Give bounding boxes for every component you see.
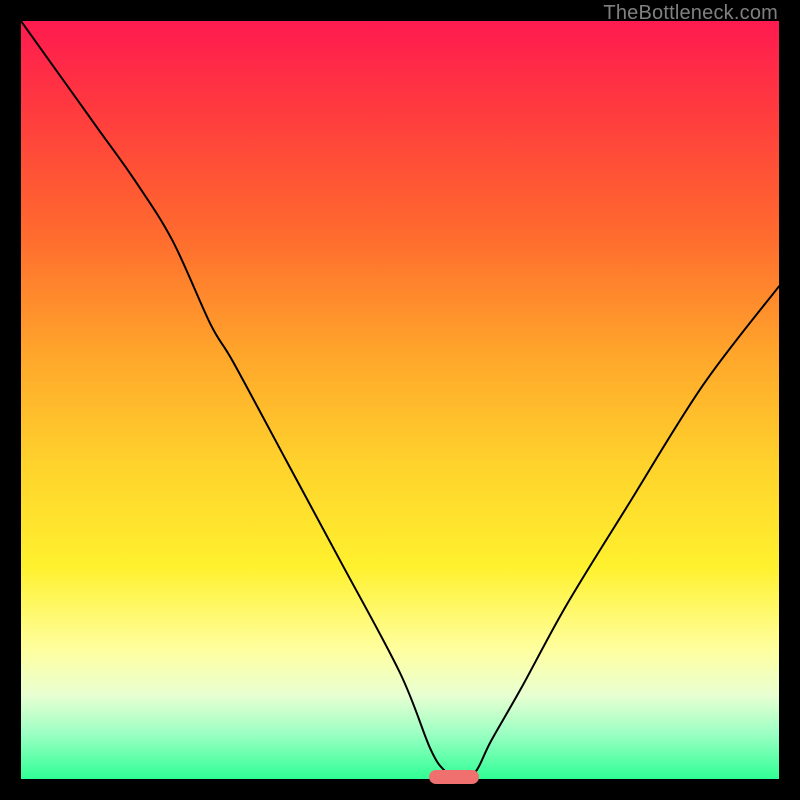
- watermark-label: TheBottleneck.com: [603, 2, 778, 25]
- bottleneck-curve: [21, 21, 779, 779]
- chart-frame: TheBottleneck.com: [0, 0, 800, 800]
- plot-area: [20, 20, 780, 780]
- baseline-marker: [429, 770, 479, 784]
